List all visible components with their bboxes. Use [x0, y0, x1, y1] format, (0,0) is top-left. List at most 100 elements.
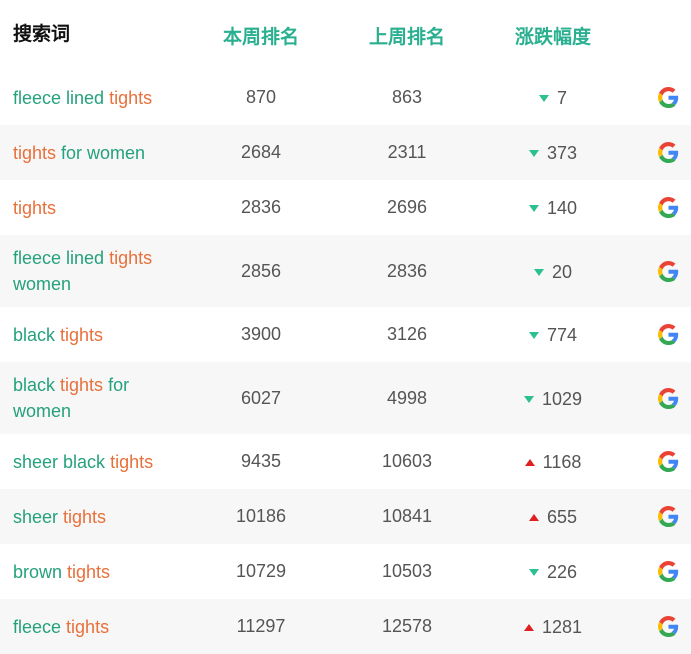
google-search-link[interactable]: [626, 87, 691, 108]
google-icon: [658, 260, 679, 282]
table-row[interactable]: sheer black tights 9435 10603 1168: [0, 434, 691, 489]
this-week-rank: 9435: [240, 451, 282, 471]
rank-change: 140: [480, 196, 626, 219]
google-icon: [658, 506, 679, 527]
triangle-up-icon: [528, 514, 539, 521]
rank-change: 20: [480, 260, 626, 283]
change-value: 20: [551, 261, 573, 282]
triangle-up-icon: [523, 624, 534, 631]
term-text: women: [13, 274, 72, 294]
change-value: 655: [546, 507, 578, 527]
google-icon: [658, 616, 679, 637]
term-text: fleece lined: [13, 87, 110, 108]
term-text: for women: [56, 142, 146, 163]
header-this-week-rank: 本周排名: [222, 26, 299, 48]
triangle-up-icon: [524, 459, 535, 466]
last-week-rank: 10503: [381, 561, 433, 581]
keyword-highlight: tights: [110, 451, 154, 472]
this-week-rank: 10729: [235, 561, 287, 581]
this-week-rank: 2684: [240, 142, 282, 162]
header-search-term: 搜索词: [13, 24, 71, 45]
google-search-link[interactable]: [626, 197, 691, 218]
search-term[interactable]: fleece lined tights women: [0, 245, 188, 297]
keyword-highlight: tights: [13, 142, 57, 163]
table-row[interactable]: black tights 3900 3126 774: [0, 307, 691, 362]
keyword-highlight: tights: [63, 506, 107, 527]
triangle-down-icon: [528, 569, 539, 576]
term-text: sheer: [13, 506, 64, 527]
triangle-down-icon: [528, 205, 539, 212]
table-row[interactable]: fleece lined tights 870 863 7: [0, 70, 691, 125]
table-row[interactable]: black tights for women 6027 4998 1029: [0, 362, 691, 434]
table-row[interactable]: sheer tights 10186 10841 655: [0, 489, 691, 544]
change-value: 7: [556, 88, 567, 108]
table-body: fleece lined tights 870 863 7 tights for wom…: [0, 70, 691, 654]
google-icon: [658, 197, 679, 218]
keyword-highlight: tights: [109, 87, 153, 108]
last-week-rank: 10841: [381, 506, 433, 526]
table-row[interactable]: tights for women 2684 2311 373: [0, 125, 691, 180]
search-term[interactable]: black tights: [0, 322, 188, 348]
google-icon: [658, 451, 679, 472]
table-row[interactable]: fleece tights 11297 12578 1281: [0, 599, 691, 654]
header-change: 涨跌幅度: [514, 26, 591, 48]
google-search-link[interactable]: [626, 142, 691, 163]
search-term[interactable]: tights: [0, 195, 188, 221]
term-text: fleece: [13, 616, 67, 637]
google-search-link[interactable]: [626, 260, 691, 282]
rank-change: 655: [480, 505, 626, 528]
table-row[interactable]: tights 2836 2696 140: [0, 180, 691, 235]
search-term[interactable]: sheer black tights: [0, 449, 188, 475]
rank-change: 1281: [480, 615, 626, 638]
google-icon: [658, 142, 679, 163]
search-term[interactable]: sheer tights: [0, 504, 188, 530]
this-week-rank: 2856: [240, 260, 282, 281]
rank-change: 1029: [480, 387, 626, 410]
last-week-rank: 2696: [386, 197, 428, 217]
google-search-link[interactable]: [626, 561, 691, 582]
header-last-week-rank: 上周排名: [368, 26, 445, 48]
this-week-rank: 2836: [240, 197, 282, 217]
this-week-rank: 11297: [236, 616, 286, 636]
this-week-rank: 3900: [240, 324, 282, 344]
google-search-link[interactable]: [626, 387, 691, 409]
rank-change: 226: [480, 560, 626, 583]
change-value: 1168: [542, 452, 582, 472]
table-row[interactable]: fleece lined tights women 2856 2836 20: [0, 235, 691, 307]
search-term[interactable]: black tights for women: [0, 372, 188, 424]
change-value: 1029: [541, 388, 583, 409]
term-text: black: [13, 324, 61, 345]
search-term[interactable]: tights for women: [0, 140, 188, 166]
search-term[interactable]: fleece tights: [0, 614, 188, 640]
last-week-rank: 863: [391, 87, 423, 107]
term-text: sheer black: [13, 451, 111, 472]
this-week-rank: 870: [245, 87, 277, 107]
rank-change: 7: [480, 86, 626, 109]
triangle-down-icon: [528, 150, 539, 157]
google-icon: [658, 87, 679, 108]
google-icon: [658, 387, 679, 409]
table-header: 搜索词 本周排名 上周排名 涨跌幅度: [0, 0, 691, 70]
keyword-highlight: tights: [109, 248, 153, 268]
rank-change: 774: [480, 323, 626, 346]
this-week-rank: 10186: [235, 506, 287, 526]
last-week-rank: 3126: [386, 324, 428, 344]
search-term[interactable]: fleece lined tights: [0, 85, 188, 111]
search-term[interactable]: brown tights: [0, 559, 188, 585]
keyword-highlight: tights: [60, 375, 104, 395]
change-value: 226: [546, 562, 578, 582]
this-week-rank: 6027: [240, 387, 282, 408]
keyword-highlight: tights: [67, 561, 111, 582]
ranking-table: 搜索词 本周排名 上周排名 涨跌幅度 fleece lined tights 87…: [0, 0, 691, 654]
keyword-highlight: tights: [66, 616, 110, 637]
last-week-rank: 10603: [381, 451, 433, 471]
keyword-highlight: tights: [13, 197, 57, 218]
table-row[interactable]: brown tights 10729 10503 226: [0, 544, 691, 599]
google-search-link[interactable]: [626, 506, 691, 527]
term-text: fleece lined: [13, 248, 110, 268]
google-search-link[interactable]: [626, 324, 691, 345]
last-week-rank: 4998: [386, 387, 428, 408]
google-search-link[interactable]: [626, 451, 691, 472]
google-search-link[interactable]: [626, 616, 691, 637]
term-text: black: [13, 375, 61, 395]
